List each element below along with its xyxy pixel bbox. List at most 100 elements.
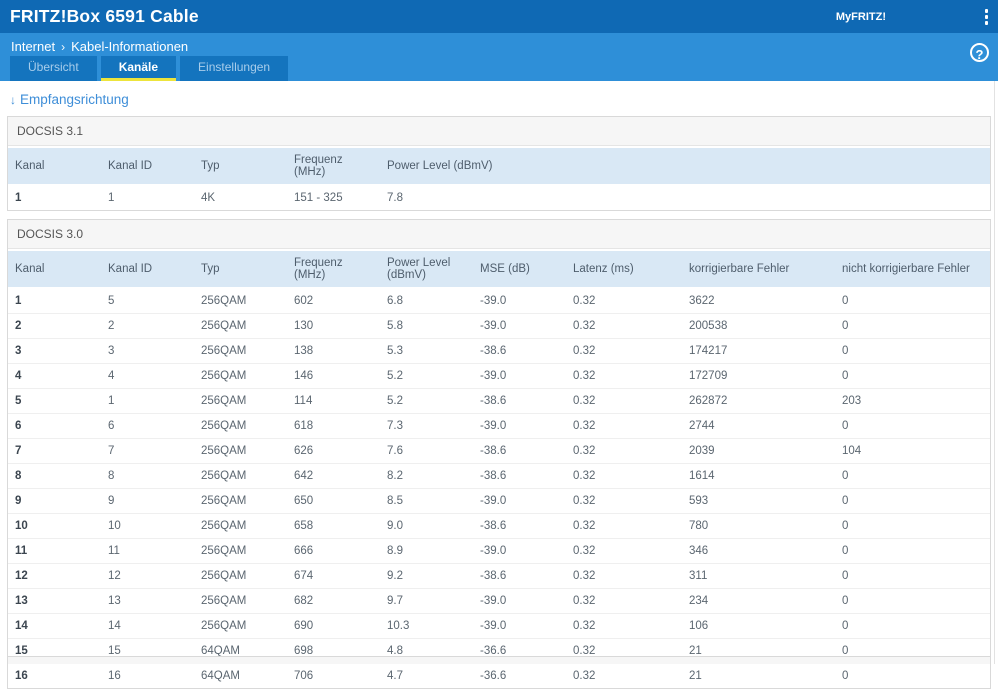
tab-einstellungen[interactable]: Einstellungen <box>180 56 289 81</box>
table-cell: 0.32 <box>566 663 682 688</box>
table-cell: 1 <box>108 192 115 204</box>
table-cell: 10.3 <box>380 613 473 639</box>
table-cell: 682 <box>287 588 380 614</box>
table-cell: -38.6 <box>473 338 566 364</box>
table-cell: 6 <box>8 413 101 439</box>
table-cell: 138 <box>287 338 380 364</box>
direction-label: Empfangsrichtung <box>20 92 129 107</box>
table-cell: 64QAM <box>194 663 287 688</box>
breadcrumb-page: Kabel-Informationen <box>71 39 189 54</box>
table-cell: -39.0 <box>473 313 566 339</box>
table-cell: 256QAM <box>194 613 287 639</box>
table-cell: 0.32 <box>566 538 682 564</box>
empfangsrichtung-toggle[interactable]: ↓ Empfangsrichtung <box>10 92 129 107</box>
table-cell: 7.6 <box>380 438 473 464</box>
table-cell: 1 <box>15 295 22 307</box>
table-cell: 5.2 <box>380 388 473 414</box>
table-cell: 0.32 <box>566 413 682 439</box>
table-row: 6 6 256QAM 618 7.3 -39.0 0.32 2744 0 <box>8 413 990 439</box>
table-cell: 0 <box>835 563 990 589</box>
table-cell: 16 <box>101 663 194 688</box>
table-cell: 14 <box>101 613 194 639</box>
table-cell: 5 <box>8 388 101 414</box>
table-cell: 0 <box>835 538 990 564</box>
table-cell: 0 <box>835 338 990 364</box>
table-row: 2 2 256QAM 130 5.8 -39.0 0.32 200538 0 <box>8 313 990 339</box>
myfritz-link[interactable]: MyFRITZ! <box>836 11 886 23</box>
table-cell: 106 <box>682 613 835 639</box>
menu-kebab-icon[interactable] <box>983 9 991 25</box>
table-cell: 0 <box>835 413 990 439</box>
tab-bar: Übersicht Kanäle Einstellungen <box>0 56 998 81</box>
table-cell: 9.2 <box>380 563 473 589</box>
table-cell: 21 <box>682 663 835 688</box>
column-header: Kanal ID <box>101 251 194 289</box>
table-cell: 0.32 <box>566 488 682 514</box>
table-header-row: Kanal Kanal ID Typ Frequenz (MHz) Power Leve… <box>8 148 990 186</box>
section-title: DOCSIS 3.0 <box>8 220 990 249</box>
table-cell: 0 <box>835 463 990 489</box>
table-cell: 8.9 <box>380 538 473 564</box>
tab-uebersicht[interactable]: Übersicht <box>10 56 97 81</box>
breadcrumb-internet[interactable]: Internet <box>11 39 55 54</box>
table-cell: 2744 <box>682 413 835 439</box>
next-section-edge <box>7 656 991 664</box>
table-cell: 13 <box>101 588 194 614</box>
table-cell: 256QAM <box>194 538 287 564</box>
channel-table: Kanal Kanal ID Typ Frequenz (MHz) Power Leve… <box>8 148 990 210</box>
table-cell: 0.32 <box>566 338 682 364</box>
table-cell: 0.32 <box>566 563 682 589</box>
table-cell: 146 <box>287 363 380 389</box>
table-cell: 114 <box>287 388 380 414</box>
table-cell: -36.6 <box>473 663 566 688</box>
channel-tables: DOCSIS 3.1 Kanal Kanal ID Typ Frequenz (MHz)… <box>7 116 991 689</box>
table-cell: 0.32 <box>566 438 682 464</box>
table-cell: -38.6 <box>473 463 566 489</box>
table-cell: 346 <box>682 538 835 564</box>
content: ↓ Empfangsrichtung DOCSIS 3.1 Kanal Kanal I… <box>0 81 998 689</box>
column-header: Power Level (dBmV) <box>380 251 473 289</box>
table-cell: 12 <box>8 563 101 589</box>
table-cell: -39.0 <box>473 488 566 514</box>
table-cell: 16 <box>8 663 101 688</box>
column-header: Kanal ID <box>101 148 194 186</box>
arrow-down-icon: ↓ <box>10 93 16 107</box>
table-row: 10 10 256QAM 658 9.0 -38.6 0.32 780 0 <box>8 513 990 539</box>
column-header: Typ <box>194 251 287 289</box>
kebab-dot <box>984 21 988 25</box>
table-docsis-3-1: DOCSIS 3.1 Kanal Kanal ID Typ Frequenz (MHz)… <box>7 116 991 211</box>
table-row: 7 7 256QAM 626 7.6 -38.6 0.32 2039 104 <box>8 438 990 464</box>
table-cell: 8.5 <box>380 488 473 514</box>
table-cell: 4.7 <box>380 663 473 688</box>
table-cell: 626 <box>287 438 380 464</box>
table-cell: -38.6 <box>473 438 566 464</box>
table-cell: 203 <box>835 388 990 414</box>
table-cell: -39.0 <box>473 363 566 389</box>
table-cell: 2039 <box>682 438 835 464</box>
table-cell: 5.3 <box>380 338 473 364</box>
table-cell: -38.6 <box>473 513 566 539</box>
table-cell: 0.32 <box>566 363 682 389</box>
table-cell: 602 <box>294 295 314 307</box>
titlebar: FRITZ!Box 6591 Cable MyFRITZ! <box>0 0 998 33</box>
section-title: DOCSIS 3.1 <box>8 117 990 146</box>
table-cell: 658 <box>287 513 380 539</box>
table-cell: 3 <box>8 338 101 364</box>
table-cell: -39.0 <box>480 295 507 307</box>
table-cell: 690 <box>287 613 380 639</box>
table-cell: 0.32 <box>573 295 596 307</box>
table-cell: 2 <box>8 313 101 339</box>
table-cell: 256QAM <box>194 588 287 614</box>
table-cell: 130 <box>287 313 380 339</box>
table-cell: 6 <box>101 413 194 439</box>
tab-kanaele[interactable]: Kanäle <box>100 56 177 81</box>
help-icon[interactable]: ? <box>970 43 989 62</box>
table-cell: 256QAM <box>194 313 287 339</box>
table-cell: 0 <box>835 313 990 339</box>
table-cell: 7 <box>101 438 194 464</box>
table-cell: -38.6 <box>473 563 566 589</box>
content-right-border <box>994 81 995 664</box>
column-header: nicht korrigierbare Fehler <box>835 251 990 289</box>
table-cell: -39.0 <box>473 588 566 614</box>
table-row: 3 3 256QAM 138 5.3 -38.6 0.32 174217 0 <box>8 338 990 364</box>
